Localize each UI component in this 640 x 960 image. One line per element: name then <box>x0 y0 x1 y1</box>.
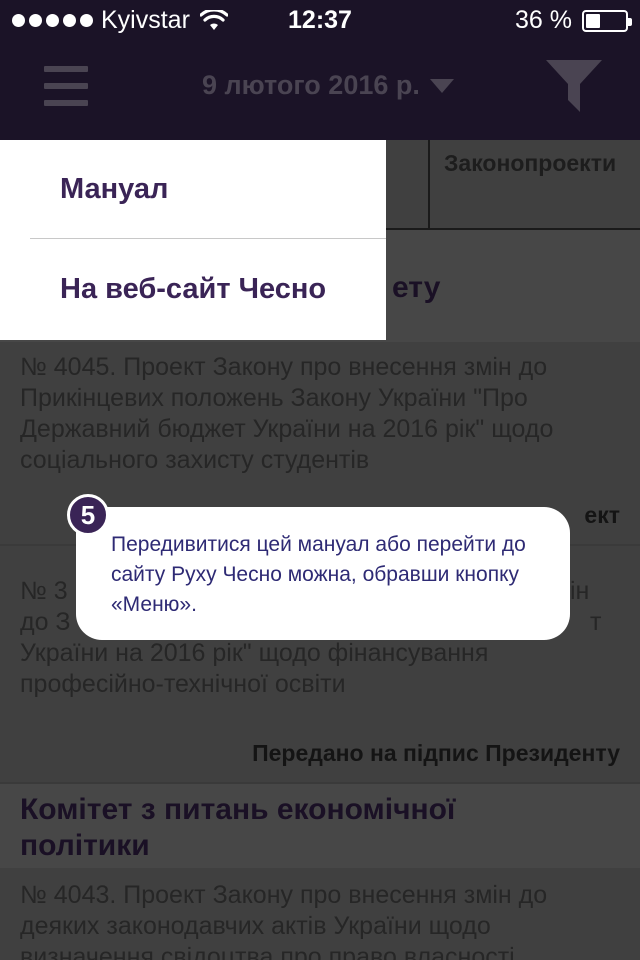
bill-line: професійно-технічної освіти <box>20 670 346 698</box>
status-right: 36 % <box>515 6 632 35</box>
bill-line: України на 2016 рік" щодо фінансування <box>20 639 489 667</box>
bill-text[interactable]: № 4043. Проект Закону про внесення змін … <box>20 880 630 960</box>
section-heading: ету <box>392 271 441 304</box>
tab-bills[interactable]: Законопроекти <box>428 140 640 230</box>
bill-line-right: т <box>590 608 602 636</box>
side-menu-dropdown: Мануал На веб-сайт Чесно <box>0 140 386 340</box>
caret-down-icon <box>429 78 454 93</box>
committee-heading: Комітет з питань економічної політики <box>20 793 456 862</box>
date-label: 9 лютого 2016 р. <box>202 70 420 100</box>
tooltip-text: Передивитися цей мануал або перейти до с… <box>111 533 526 616</box>
menu-item-website[interactable]: На веб-сайт Чесно <box>60 273 326 306</box>
tutorial-tooltip[interactable]: Передивитися цей мануал або перейти до с… <box>76 507 570 640</box>
date-selector[interactable]: 9 лютого 2016 р. <box>202 70 454 101</box>
battery-percent: 36 % <box>515 6 572 34</box>
status-bar: Kyivstar 12:37 36 % <box>0 0 640 40</box>
filter-icon[interactable] <box>546 60 602 112</box>
top-bar: Kyivstar 12:37 36 % 9 лютого 2016 р. <box>0 0 640 140</box>
bill-status: Передано на підпис Президенту <box>252 740 620 766</box>
bill-line-right: ін <box>570 577 590 605</box>
hamburger-icon[interactable] <box>44 66 88 108</box>
battery-icon <box>582 9 632 32</box>
menu-item-manual[interactable]: Мануал <box>60 173 168 206</box>
step-number-badge: 5 <box>67 494 109 536</box>
bill-status: ект <box>584 502 620 528</box>
bill-text[interactable]: № 4045. Проект Закону про внесення змін … <box>20 352 630 476</box>
menu-divider <box>30 238 386 239</box>
